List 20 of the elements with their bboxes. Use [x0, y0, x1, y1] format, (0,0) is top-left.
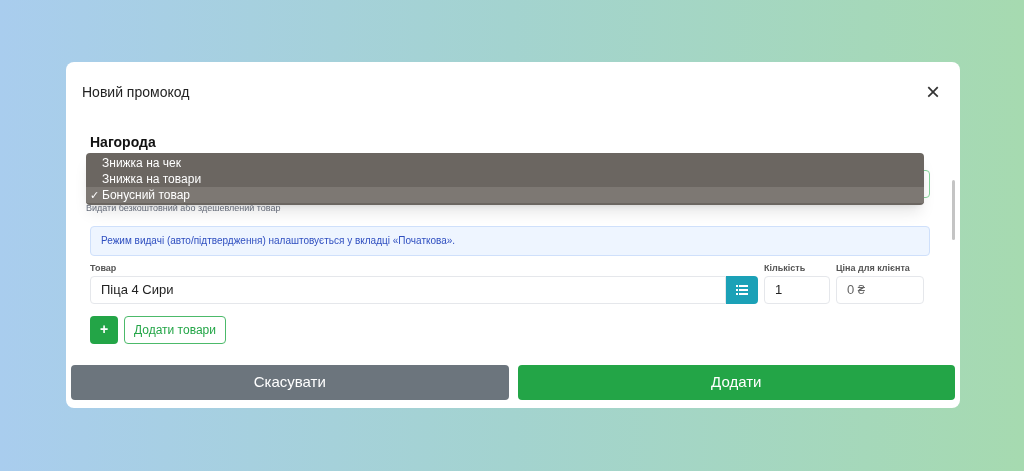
list-button[interactable]	[726, 275, 758, 304]
cancel-button[interactable]: Скасувати	[71, 364, 509, 400]
menu-option[interactable]: Знижка на чек	[86, 155, 924, 171]
menu-option[interactable]: ✓ Бонусний товар	[86, 187, 924, 203]
field-label: Ціна для клієнта	[836, 261, 911, 275]
info-banner: Режим видачі (авто/підтвердження) налаштовується у вкладці «Початкова».	[90, 225, 930, 256]
product-field[interactable]: Піца 4 Сири	[90, 275, 726, 304]
scrollbar[interactable]	[952, 180, 955, 240]
field-label: Товар	[90, 261, 118, 275]
add-products-button[interactable]: Додати товари	[124, 315, 226, 344]
price-field[interactable]: 0 ₴	[836, 275, 924, 304]
dialog-title: Новий промокод	[82, 82, 190, 102]
quantity-field[interactable]: 1	[764, 275, 830, 304]
add-button[interactable]: +	[90, 315, 118, 344]
menu-option[interactable]: Знижка на товари	[86, 171, 924, 187]
section-heading: Нагорода	[90, 134, 157, 150]
close-button[interactable]: ×	[926, 80, 940, 104]
submit-button[interactable]: Додати	[517, 364, 955, 400]
field-label: Кількість	[764, 261, 807, 275]
list-icon	[736, 284, 748, 295]
